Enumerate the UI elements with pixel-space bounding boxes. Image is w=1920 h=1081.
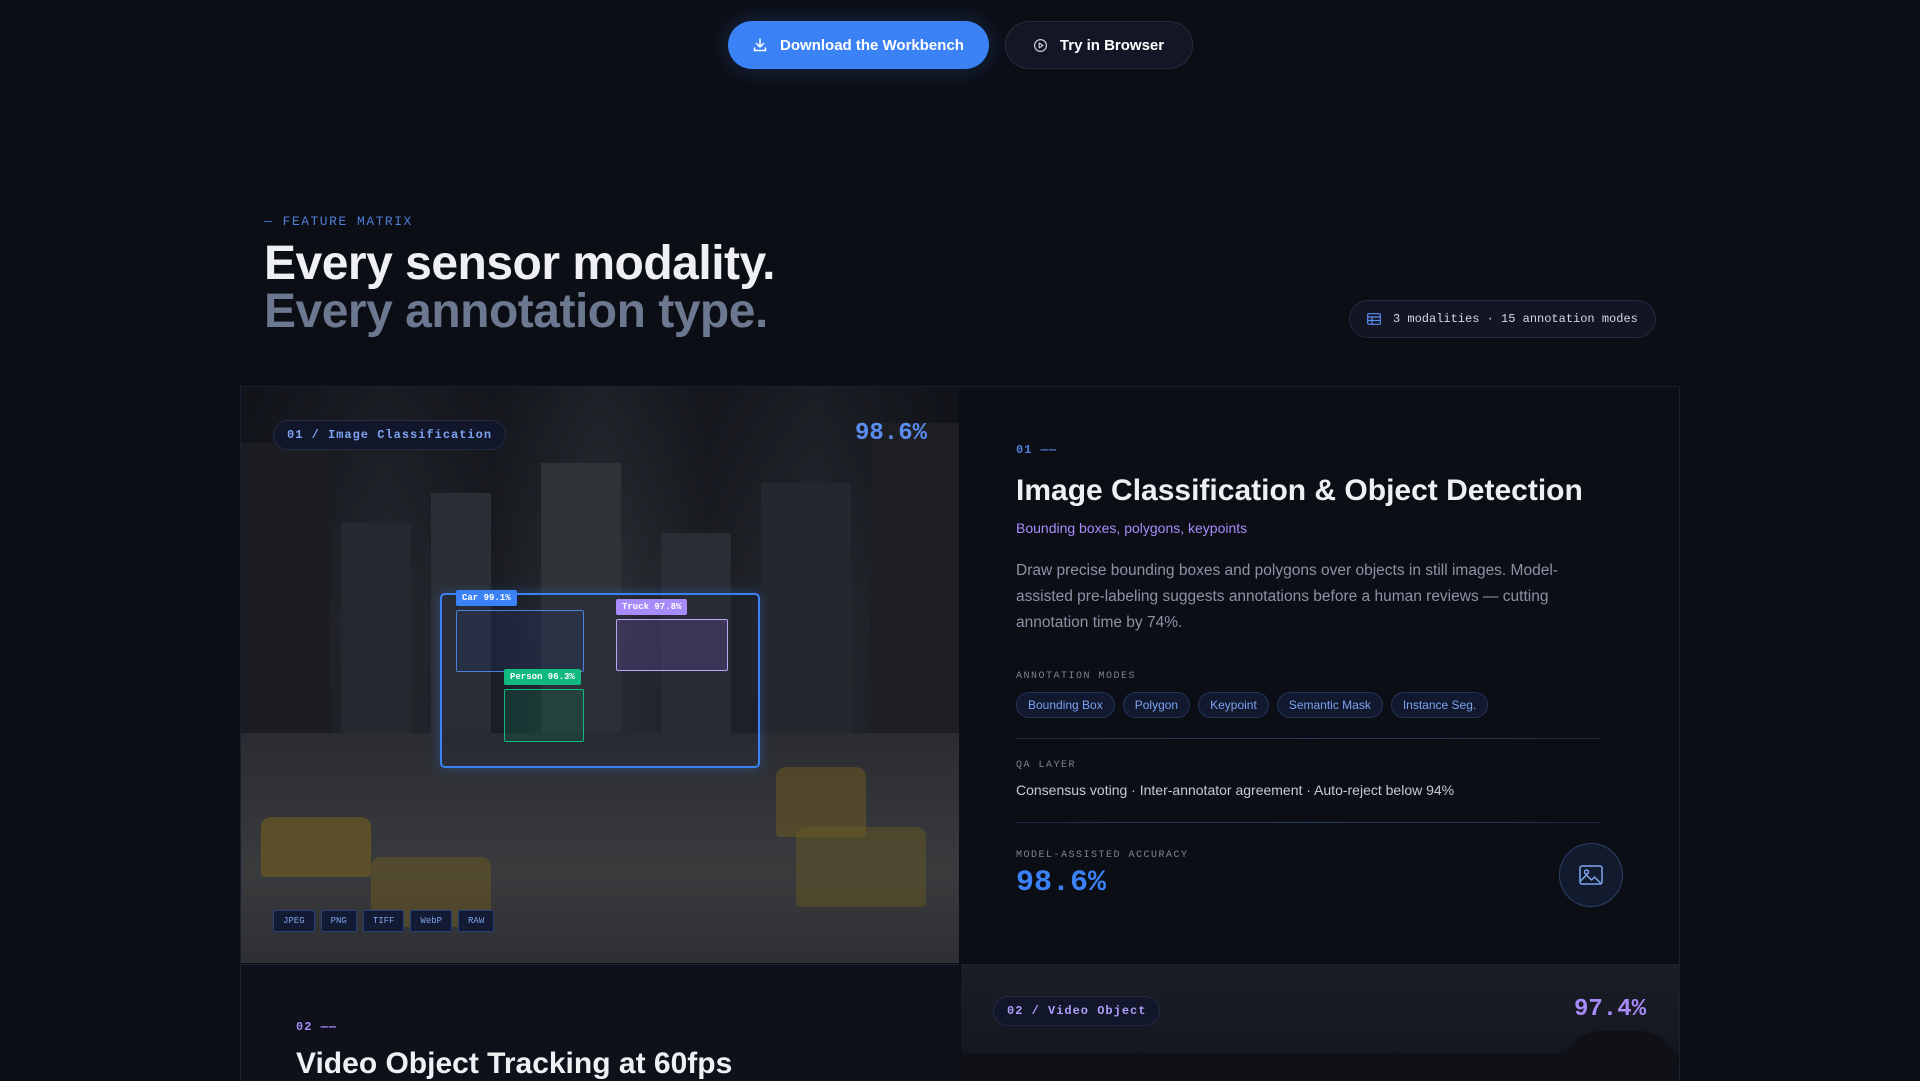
mode-chip-instance-seg[interactable]: Instance Seg. — [1390, 692, 1489, 718]
hero-title-line2: Every annotation type. — [264, 285, 768, 338]
accuracy-label: MODEL-ASSISTED ACCURACY — [1016, 850, 1189, 861]
truck-detection-label: Truck 97.8% — [616, 599, 688, 615]
mode-chip-semantic-mask[interactable]: Semantic Mask — [1276, 692, 1383, 718]
format-badge: JPEG — [273, 910, 315, 932]
hero-title-line1: Every sensor modality. — [264, 237, 776, 290]
image-modality-button[interactable] — [1559, 843, 1623, 907]
qa-layer-label: QA LAYER — [1016, 760, 1077, 771]
qa-layer-text: Consensus voting · Inter-annotator agree… — [1016, 782, 1455, 798]
annotation-modes-label: ANNOTATION MODES — [1016, 671, 1137, 682]
try-in-browser-label: Try in Browser — [1059, 36, 1165, 54]
feature-title-2: Video Object Tracking at 60fps — [296, 1047, 733, 1080]
annotation-modes-list: Bounding Box Polygon Keypoint Semantic M… — [1016, 692, 1489, 718]
divider — [1016, 822, 1600, 823]
video-accuracy-badge: 97.4% — [1574, 996, 1647, 1023]
mode-chip-polygon[interactable]: Polygon — [1122, 692, 1191, 718]
play-circle-icon — [1033, 38, 1047, 52]
image-icon — [1579, 865, 1603, 885]
download-icon — [753, 38, 767, 52]
person-detection-label: Person 96.3% — [504, 669, 581, 685]
taxi-shape — [261, 817, 371, 877]
image-accuracy-badge: 98.6% — [855, 420, 928, 447]
download-workbench-button[interactable]: Download the Workbench — [727, 21, 989, 69]
truck-bounding-box — [616, 619, 728, 671]
accuracy-value: 98.6% — [1016, 866, 1107, 900]
person-bounding-box — [504, 689, 584, 742]
divider — [1016, 738, 1600, 739]
format-badge: WebP — [410, 910, 453, 932]
section-eyebrow: — FEATURE MATRIX — [264, 214, 413, 229]
try-in-browser-button[interactable]: Try in Browser — [1004, 21, 1193, 69]
feature-subtitle: Bounding boxes, polygons, keypoints — [1016, 520, 1248, 536]
image-classification-tag: 01 / Image Classification — [273, 420, 507, 450]
summary-pill: 3 modalities · 15 annotation modes — [1349, 300, 1656, 338]
download-workbench-label: Download the Workbench — [780, 36, 964, 54]
format-badge: TIFF — [362, 910, 405, 932]
format-badge: RAW — [458, 910, 495, 932]
feature-index-2: 02 —— — [296, 1020, 338, 1034]
car-detection-label: Car 99.1% — [456, 590, 517, 606]
feature-title: Image Classification & Object Detection — [1016, 474, 1583, 507]
format-badge: PNG — [320, 910, 357, 932]
supported-formats: JPEG PNG TIFF WebP RAW — [273, 910, 495, 932]
cta-row: Download the Workbench Try in Browser — [0, 21, 1920, 69]
table-icon — [1367, 313, 1381, 325]
video-object-tag: 02 / Video Object — [993, 996, 1161, 1026]
mode-chip-bounding-box[interactable]: Bounding Box — [1016, 692, 1115, 718]
car-bounding-box — [456, 610, 584, 672]
summary-text: 3 modalities · 15 annotation modes — [1393, 312, 1638, 326]
mode-chip-keypoint[interactable]: Keypoint — [1198, 692, 1269, 718]
feature-index: 01 —— — [1016, 443, 1058, 457]
taxi-shape — [796, 827, 926, 907]
feature-description: Draw precise bounding boxes and polygons… — [1016, 562, 1558, 631]
tree-shape — [1561, 1031, 1679, 1081]
